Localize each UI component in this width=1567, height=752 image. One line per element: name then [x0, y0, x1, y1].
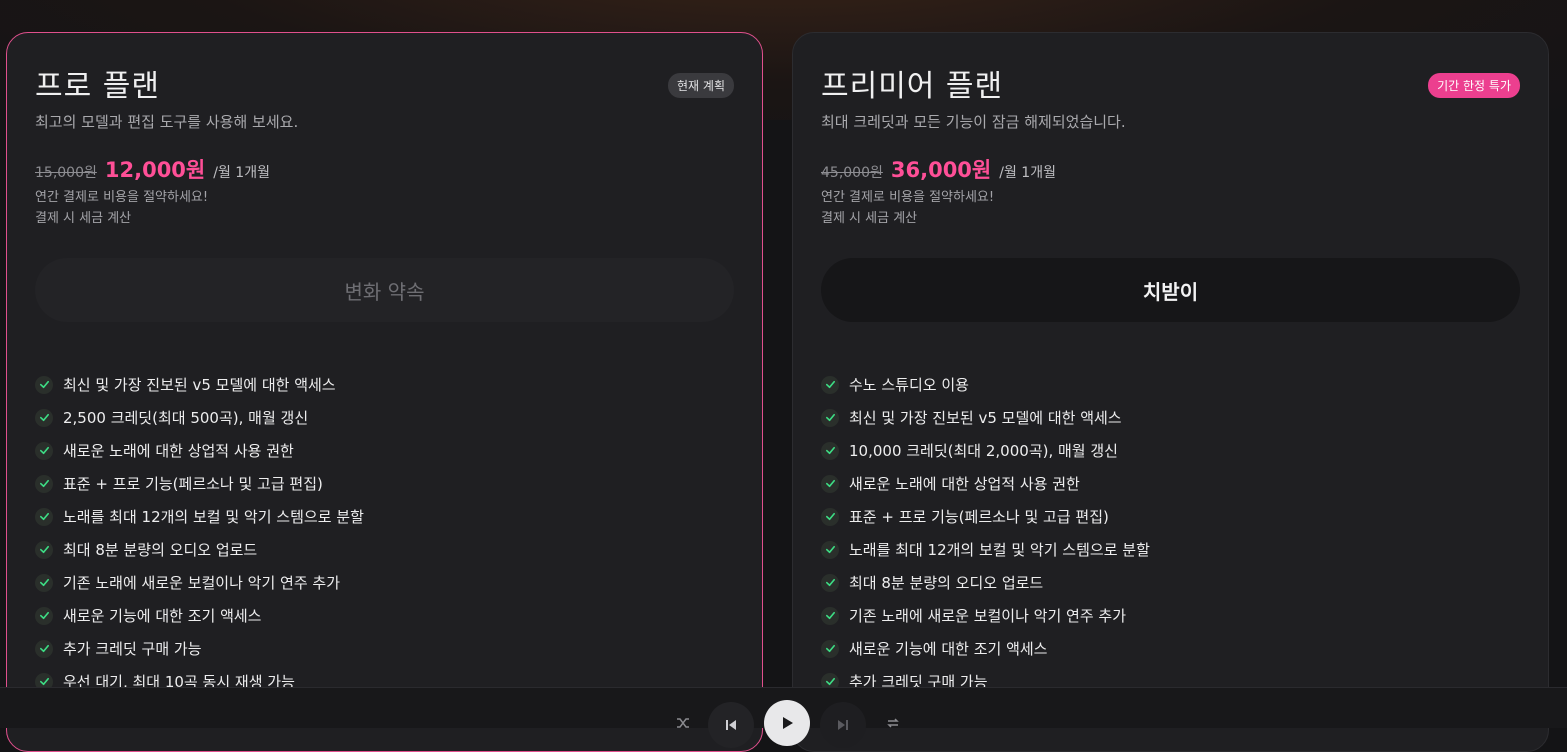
feature-item: 새로운 기능에 대한 조기 액세스 — [821, 632, 1520, 665]
feature-item: 2,500 크레딧(최대 500곡), 매월 갱신 — [35, 401, 734, 434]
plan-title-row: 프리미어 플랜 기간 한정 특가 — [821, 61, 1520, 105]
feature-item: 수노 스튜디오 이용 — [821, 368, 1520, 401]
feature-text: 노래를 최대 12개의 보컬 및 악기 스템으로 분할 — [849, 541, 1150, 559]
feature-text: 최신 및 가장 진보된 v5 모델에 대한 액세스 — [63, 376, 336, 394]
feature-item: 표준 + 프로 기능(페르소나 및 고급 편집) — [35, 467, 734, 500]
plan-subtitle: 최대 크레딧과 모든 기능이 잠금 해제되었습니다. — [821, 113, 1126, 131]
feature-text: 최대 8분 분량의 오디오 업로드 — [63, 541, 258, 559]
feature-item: 새로운 노래에 대한 상업적 사용 권한 — [821, 467, 1520, 500]
feature-item: 기존 노래에 새로운 보컬이나 악기 연주 추가 — [35, 566, 734, 599]
feature-item: 표준 + 프로 기능(페르소나 및 고급 편집) — [821, 500, 1520, 533]
shuffle-icon[interactable] — [674, 714, 692, 732]
feature-item: 최신 및 가장 진보된 v5 모델에 대한 액세스 — [821, 401, 1520, 434]
skip-forward-icon[interactable] — [820, 702, 866, 748]
feature-text: 노래를 최대 12개의 보컬 및 악기 스템으로 분할 — [63, 508, 364, 526]
tax-note: 결제 시 세금 계산 — [821, 211, 918, 226]
check-icon — [821, 507, 839, 526]
feature-text: 기존 노래에 새로운 보컬이나 악기 연주 추가 — [63, 574, 341, 592]
tax-note: 결제 시 세금 계산 — [35, 211, 132, 226]
check-icon — [35, 375, 53, 394]
check-icon — [35, 606, 53, 625]
billing-period: /월 1개월 — [999, 165, 1056, 181]
feature-text: 10,000 크레딧(최대 2,000곡), 매월 갱신 — [849, 442, 1118, 460]
feature-item: 새로운 노래에 대한 상업적 사용 권한 — [35, 434, 734, 467]
price-row: 15,000원 12,000원 /월 1개월 — [35, 154, 734, 184]
new-price: 36,000원 — [890, 158, 992, 182]
feature-text: 표준 + 프로 기능(페르소나 및 고급 편집) — [63, 475, 323, 493]
feature-item: 새로운 기능에 대한 조기 액세스 — [35, 599, 734, 632]
price-row: 45,000원 36,000원 /월 1개월 — [821, 154, 1520, 184]
feature-text: 2,500 크레딧(최대 500곡), 매월 갱신 — [63, 409, 309, 427]
feature-text: 최대 8분 분량의 오디오 업로드 — [849, 574, 1044, 592]
check-icon — [821, 573, 839, 592]
check-icon — [821, 606, 839, 625]
premier-plan-card: 프리미어 플랜 기간 한정 특가 최대 크레딧과 모든 기능이 잠금 해제되었습… — [792, 32, 1549, 752]
feature-text: 추가 크레딧 구매 가능 — [63, 640, 202, 658]
check-icon — [35, 474, 53, 493]
feature-item: 기존 노래에 새로운 보컬이나 악기 연주 추가 — [821, 599, 1520, 632]
new-price: 12,000원 — [104, 158, 206, 182]
feature-list: 수노 스튜디오 이용최신 및 가장 진보된 v5 모델에 대한 액세스 10,00… — [821, 368, 1520, 698]
repeat-icon[interactable] — [884, 714, 902, 732]
skip-back-icon[interactable] — [708, 702, 754, 748]
pro-plan-card: 프로 플랜 현재 계획 최고의 모델과 편집 도구를 사용해 보세요. 15,0… — [6, 32, 763, 752]
feature-text: 최신 및 가장 진보된 v5 모델에 대한 액세스 — [849, 409, 1122, 427]
billing-period: /월 1개월 — [213, 165, 270, 181]
current-plan-badge: 현재 계획 — [668, 73, 734, 98]
annual-savings-note: 연간 결제로 비용을 절약하세요! — [35, 190, 209, 205]
feature-item: 추가 크레딧 구매 가능 — [35, 632, 734, 665]
feature-text: 표준 + 프로 기능(페르소나 및 고급 편집) — [849, 508, 1109, 526]
check-icon — [35, 507, 53, 526]
check-icon — [35, 573, 53, 592]
play-icon[interactable] — [764, 700, 810, 746]
check-icon — [821, 474, 839, 493]
check-icon — [35, 441, 53, 460]
old-price: 15,000원 — [35, 165, 97, 181]
annual-savings-note: 연간 결제로 비용을 절약하세요! — [821, 190, 995, 205]
check-icon — [821, 408, 839, 427]
feature-text: 새로운 노래에 대한 상업적 사용 권한 — [63, 442, 294, 460]
check-icon — [35, 540, 53, 559]
check-icon — [35, 408, 53, 427]
feature-item: 최신 및 가장 진보된 v5 모델에 대한 액세스 — [35, 368, 734, 401]
plan-title: 프로 플랜 — [35, 69, 160, 104]
feature-item: 최대 8분 분량의 오디오 업로드 — [821, 566, 1520, 599]
feature-text: 새로운 노래에 대한 상업적 사용 권한 — [849, 475, 1080, 493]
feature-item: 노래를 최대 12개의 보컬 및 악기 스템으로 분할 — [35, 500, 734, 533]
limited-offer-badge: 기간 한정 특가 — [1428, 73, 1520, 98]
check-icon — [821, 375, 839, 394]
check-icon — [821, 639, 839, 658]
plan-subtitle: 최고의 모델과 편집 도구를 사용해 보세요. — [35, 113, 299, 131]
feature-text: 기존 노래에 새로운 보컬이나 악기 연주 추가 — [849, 607, 1127, 625]
player-bar — [0, 687, 1567, 748]
feature-text: 새로운 기능에 대한 조기 액세스 — [849, 640, 1048, 658]
change-plan-button[interactable]: 변화 약속 — [35, 258, 734, 322]
plan-title: 프리미어 플랜 — [821, 69, 1004, 104]
plan-title-row: 프로 플랜 현재 계획 — [35, 61, 734, 105]
upgrade-button[interactable]: 치받이 — [821, 258, 1520, 322]
old-price: 45,000원 — [821, 165, 883, 181]
feature-text: 새로운 기능에 대한 조기 액세스 — [63, 607, 262, 625]
check-icon — [821, 441, 839, 460]
feature-item: 10,000 크레딧(최대 2,000곡), 매월 갱신 — [821, 434, 1520, 467]
feature-text: 수노 스튜디오 이용 — [849, 376, 969, 394]
feature-item: 노래를 최대 12개의 보컬 및 악기 스템으로 분할 — [821, 533, 1520, 566]
feature-list: 최신 및 가장 진보된 v5 모델에 대한 액세스 2,500 크레딧(최대 50… — [35, 368, 734, 698]
feature-item: 최대 8분 분량의 오디오 업로드 — [35, 533, 734, 566]
check-icon — [35, 639, 53, 658]
check-icon — [821, 540, 839, 559]
